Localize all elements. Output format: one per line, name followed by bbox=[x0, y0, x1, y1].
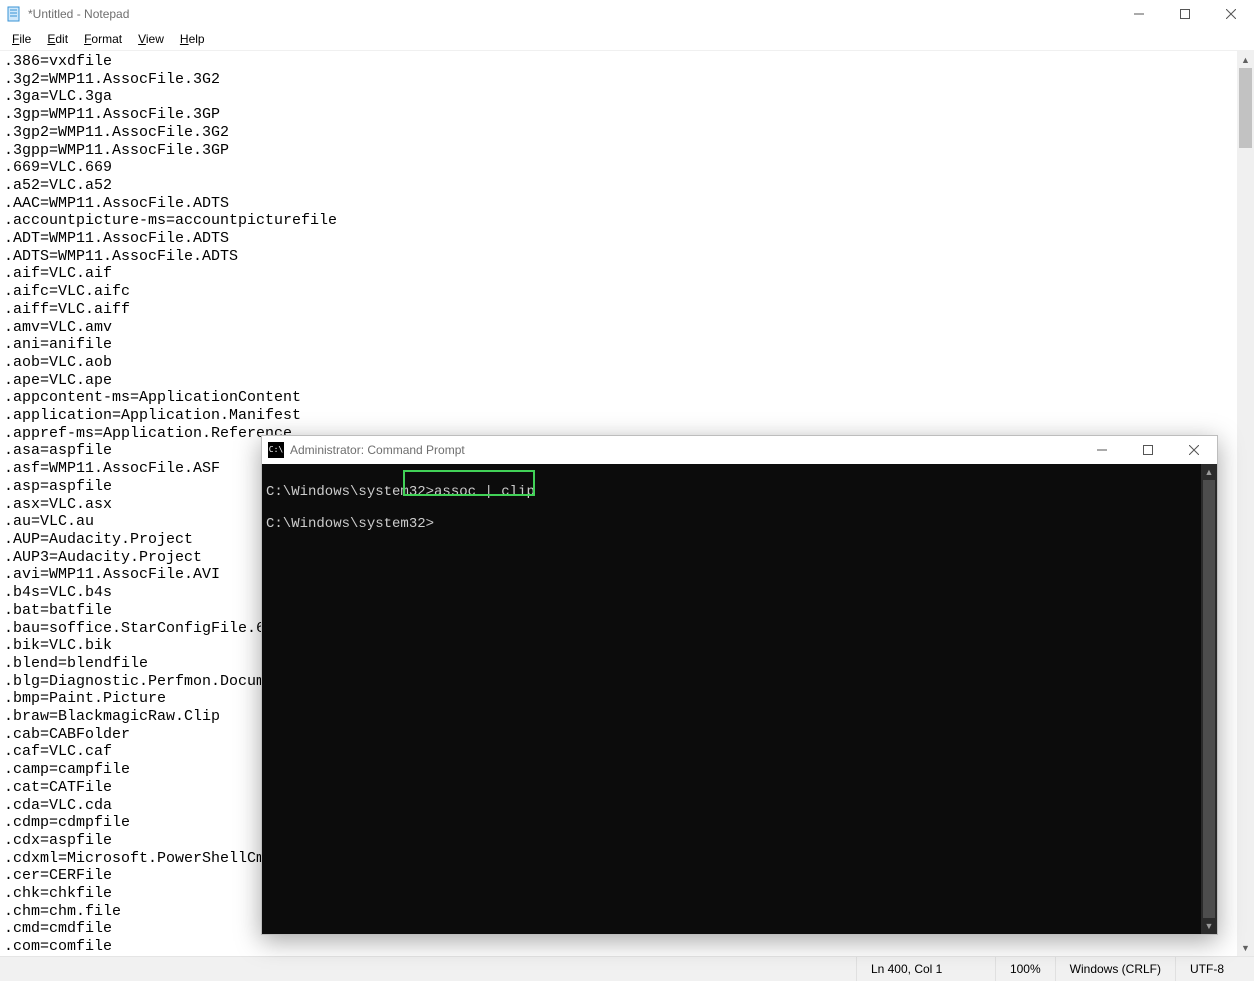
minimize-button[interactable] bbox=[1116, 0, 1162, 28]
cmd-titlebar[interactable]: C:\ Administrator: Command Prompt bbox=[262, 436, 1217, 464]
scroll-up-arrow-icon[interactable]: ▲ bbox=[1237, 51, 1254, 68]
cmd-scroll-up-arrow-icon[interactable]: ▲ bbox=[1201, 464, 1217, 480]
cmd-close-button[interactable] bbox=[1171, 436, 1217, 464]
cmd-line-1: C:\Windows\system32>assoc | clip bbox=[266, 484, 535, 500]
cmd-app-icon: C:\ bbox=[268, 442, 284, 458]
command-prompt-window: C:\ Administrator: Command Prompt C:\Win… bbox=[261, 435, 1218, 935]
notepad-statusbar: Ln 400, Col 1 100% Windows (CRLF) UTF-8 bbox=[0, 956, 1254, 981]
cmd-minimize-button[interactable] bbox=[1079, 436, 1125, 464]
status-cursor-position: Ln 400, Col 1 bbox=[857, 957, 996, 981]
menu-help[interactable]: Help bbox=[172, 30, 213, 48]
maximize-button[interactable] bbox=[1162, 0, 1208, 28]
cmd-scroll-thumb[interactable] bbox=[1203, 480, 1215, 918]
cmd-title-text: Administrator: Command Prompt bbox=[290, 443, 465, 457]
menu-view[interactable]: View bbox=[130, 30, 172, 48]
notepad-titlebar[interactable]: *Untitled - Notepad bbox=[0, 0, 1254, 28]
notepad-menubar: File Edit Format View Help bbox=[0, 28, 1254, 51]
status-zoom: 100% bbox=[996, 957, 1056, 981]
scroll-thumb[interactable] bbox=[1239, 68, 1252, 148]
notepad-app-icon bbox=[6, 6, 22, 22]
status-line-ending: Windows (CRLF) bbox=[1056, 957, 1176, 981]
menu-edit[interactable]: Edit bbox=[39, 30, 76, 48]
scroll-down-arrow-icon[interactable]: ▼ bbox=[1237, 939, 1254, 956]
notepad-vertical-scrollbar[interactable]: ▲ ▼ bbox=[1237, 51, 1254, 956]
menu-format[interactable]: Format bbox=[76, 30, 130, 48]
cmd-terminal-body[interactable]: C:\Windows\system32>assoc | clip C:\Wind… bbox=[262, 464, 1201, 934]
cmd-scroll-track[interactable] bbox=[1201, 480, 1217, 918]
notepad-title-text: *Untitled - Notepad bbox=[28, 7, 129, 21]
scroll-track[interactable] bbox=[1237, 68, 1254, 939]
cmd-vertical-scrollbar[interactable]: ▲ ▼ bbox=[1201, 464, 1217, 934]
cmd-scroll-down-arrow-icon[interactable]: ▼ bbox=[1201, 918, 1217, 934]
menu-file[interactable]: File bbox=[4, 30, 39, 48]
cmd-maximize-button[interactable] bbox=[1125, 436, 1171, 464]
close-button[interactable] bbox=[1208, 0, 1254, 28]
cmd-line-2: C:\Windows\system32> bbox=[266, 516, 434, 532]
status-encoding: UTF-8 bbox=[1176, 957, 1254, 981]
